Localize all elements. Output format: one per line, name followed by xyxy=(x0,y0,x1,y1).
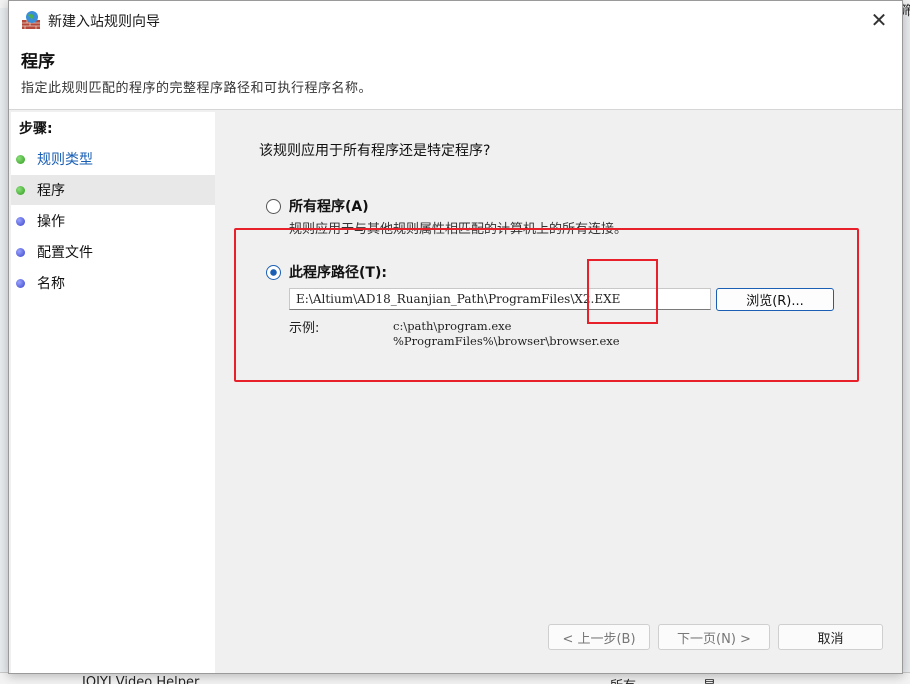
cancel-button[interactable]: 取消 xyxy=(778,624,883,650)
step-name: 名称 xyxy=(11,268,215,298)
page-description: 指定此规则匹配的程序的完整程序路径和可执行程序名称。 xyxy=(21,81,373,96)
steps-heading: 步骤: xyxy=(19,121,53,137)
step-pending-icon xyxy=(16,278,25,288)
main-content: 该规则应用于所有程序还是特定程序? 所有程序(A) 规则应用于与其他规则属性相匹… xyxy=(219,112,902,673)
step-done-icon xyxy=(16,185,25,195)
step-label: 程序 xyxy=(37,183,65,199)
program-path-input[interactable] xyxy=(289,288,711,310)
step-label: 配置文件 xyxy=(37,245,93,261)
step-label: 名称 xyxy=(37,276,65,292)
step-pending-icon xyxy=(16,216,25,226)
new-inbound-rule-wizard: 新建入站规则向导 ✕ 程序 指定此规则匹配的程序的完整程序路径和可执行程序名称。… xyxy=(8,0,903,674)
firewall-icon xyxy=(22,11,40,29)
this-program-label[interactable]: 此程序路径(T): xyxy=(289,262,387,282)
window-title: 新建入站规则向导 xyxy=(48,14,160,30)
steps-panel: 步骤: 规则类型 程序 操作 配置文件 名称 xyxy=(11,112,215,673)
close-icon: ✕ xyxy=(870,8,888,32)
title-bar: 新建入站规则向导 ✕ xyxy=(9,1,902,39)
all-programs-radio[interactable] xyxy=(266,199,281,214)
step-profile: 配置文件 xyxy=(11,237,215,267)
step-label: 操作 xyxy=(37,214,65,230)
page-header: 程序 指定此规则匹配的程序的完整程序路径和可执行程序名称。 xyxy=(9,39,902,110)
step-pending-icon xyxy=(16,247,25,257)
example-path-1: c:\path\program.exe xyxy=(393,319,512,333)
page-title: 程序 xyxy=(21,52,55,72)
this-program-radio[interactable] xyxy=(266,265,281,280)
all-programs-description: 规则应用于与其他规则属性相匹配的计算机上的所有连接。 xyxy=(289,222,628,237)
step-action: 操作 xyxy=(11,206,215,236)
all-programs-label[interactable]: 所有程序(A) xyxy=(289,196,369,216)
close-button[interactable]: ✕ xyxy=(859,5,899,35)
step-rule-type[interactable]: 规则类型 xyxy=(11,144,215,174)
step-program[interactable]: 程序 xyxy=(11,175,215,205)
example-path-2: %ProgramFiles%\browser\browser.exe xyxy=(393,334,620,348)
next-button[interactable]: 下一页(N) > xyxy=(658,624,770,650)
example-label: 示例: xyxy=(289,321,320,336)
question-text: 该规则应用于所有程序还是特定程序? xyxy=(259,143,491,159)
step-label: 规则类型 xyxy=(37,152,93,168)
browse-button[interactable]: 浏览(R)... xyxy=(716,288,834,311)
step-done-icon xyxy=(16,154,25,164)
back-button[interactable]: < 上一步(B) xyxy=(548,624,650,650)
